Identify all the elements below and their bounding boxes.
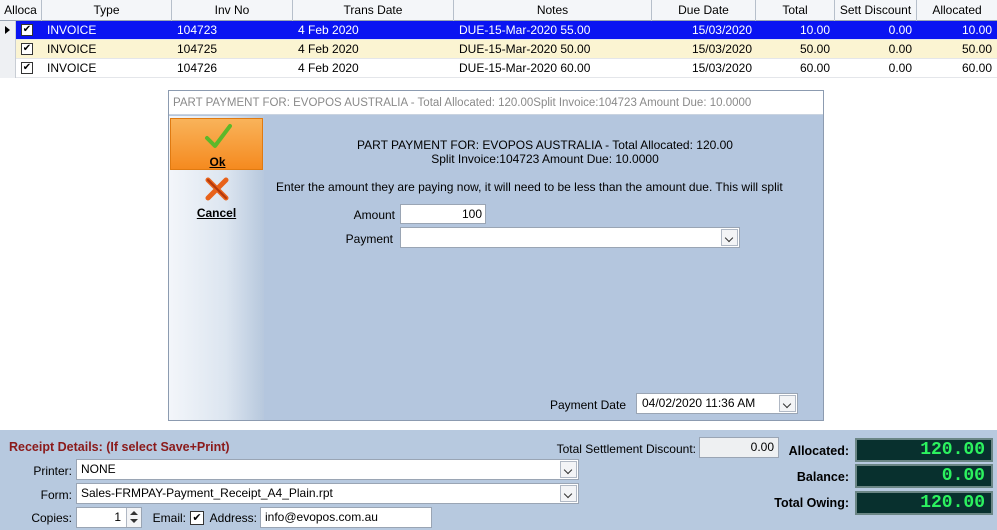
copies-stepper[interactable]: 1 bbox=[76, 507, 142, 528]
grid-header: Alloca Type Inv No Trans Date Notes Due … bbox=[0, 0, 997, 21]
cancel-x-icon bbox=[205, 177, 229, 201]
allocated-cell: 10.00 bbox=[961, 23, 992, 37]
amount-label: Amount bbox=[353, 208, 395, 222]
form-select-value: Sales-FRMPAY-Payment_Receipt_A4_Plain.rp… bbox=[81, 486, 333, 500]
alloc-cell: ✔ bbox=[16, 59, 42, 78]
table-row[interactable]: ✔ INVOICE 104725 4 Feb 2020 DUE-15-Mar-2… bbox=[0, 40, 997, 59]
table-row[interactable]: ✔ INVOICE 104723 4 Feb 2020 DUE-15-Mar-2… bbox=[0, 21, 997, 40]
copies-value: 1 bbox=[114, 510, 121, 524]
due-date-cell: 15/03/2020 bbox=[691, 42, 752, 56]
address-label: Address: bbox=[209, 511, 257, 525]
notes-cell: DUE-15-Mar-2020 60.00 bbox=[459, 61, 591, 75]
email-address-field[interactable]: info@evopos.com.au bbox=[260, 507, 432, 528]
allocated-cell: 60.00 bbox=[961, 61, 992, 75]
balance-label: Balance: bbox=[796, 470, 849, 484]
type-cell: INVOICE bbox=[47, 42, 97, 56]
payment-label: Payment bbox=[345, 232, 393, 246]
balance-display: 0.00 bbox=[855, 464, 993, 488]
due-date-cell: 15/03/2020 bbox=[691, 23, 752, 37]
col-header-sett-discount[interactable]: Sett Discount bbox=[835, 0, 917, 21]
receipt-details-title: Receipt Details: (If select Save+Print) bbox=[9, 440, 230, 454]
part-payment-dialog: PART PAYMENT FOR: EVOPOS AUSTRALIA - Tot… bbox=[168, 90, 824, 421]
row-indicator[interactable] bbox=[0, 59, 16, 78]
table-row[interactable]: ✔ INVOICE 104726 4 Feb 2020 DUE-15-Mar-2… bbox=[0, 59, 997, 78]
trans-date-cell: 4 Feb 2020 bbox=[298, 23, 359, 37]
dialog-message-line2: Split Invoice:104723 Amount Due: 10.0000 bbox=[431, 152, 659, 166]
chevron-down-icon[interactable] bbox=[779, 395, 796, 412]
inv-no-cell: 104725 bbox=[177, 42, 218, 56]
total-cell: 10.00 bbox=[799, 23, 830, 37]
allocated-label: Allocated: bbox=[788, 444, 849, 458]
checkmark-icon bbox=[205, 124, 232, 148]
payment-select[interactable] bbox=[400, 227, 740, 248]
cancel-button-label: Cancel bbox=[196, 206, 237, 220]
total-cell: 50.00 bbox=[799, 42, 830, 56]
inv-no-cell: 104723 bbox=[177, 23, 218, 37]
amount-input[interactable]: 100 bbox=[400, 204, 486, 224]
ok-button-label: Ok bbox=[209, 155, 226, 169]
ok-button[interactable]: Ok bbox=[170, 118, 263, 170]
chevron-down-icon[interactable] bbox=[560, 485, 577, 502]
col-header-type[interactable]: Type bbox=[42, 0, 172, 21]
due-date-cell: 15/03/2020 bbox=[691, 61, 752, 75]
dialog-instruction: Enter the amount they are paying now, it… bbox=[276, 180, 783, 194]
dialog-message-line1: PART PAYMENT FOR: EVOPOS AUSTRALIA - Tot… bbox=[357, 138, 733, 152]
current-row-arrow-icon bbox=[5, 26, 10, 34]
settlement-discount-value: 0.00 bbox=[699, 437, 779, 458]
alloc-checkbox[interactable]: ✔ bbox=[21, 43, 33, 55]
allocated-cell: 50.00 bbox=[961, 42, 992, 56]
settlement-discount-label: Total Settlement Discount: bbox=[556, 442, 696, 456]
payment-date-label: Payment Date bbox=[549, 398, 626, 412]
copies-label: Copies: bbox=[31, 511, 72, 525]
cancel-button[interactable]: Cancel bbox=[170, 174, 263, 226]
email-label: Email: bbox=[152, 511, 186, 525]
total-cell: 60.00 bbox=[799, 61, 830, 75]
col-header-due-date[interactable]: Due Date bbox=[652, 0, 756, 21]
row-indicator[interactable] bbox=[0, 21, 16, 40]
col-header-trans-date[interactable]: Trans Date bbox=[293, 0, 454, 21]
form-label: Form: bbox=[40, 488, 72, 502]
trans-date-cell: 4 Feb 2020 bbox=[298, 42, 359, 56]
dialog-action-sidebar: Ok Cancel bbox=[169, 116, 264, 420]
spinner-arrows-icon[interactable] bbox=[126, 508, 141, 527]
alloc-cell: ✔ bbox=[16, 40, 42, 59]
printer-select-value: NONE bbox=[81, 462, 116, 476]
type-cell: INVOICE bbox=[47, 23, 97, 37]
total-owing-label: Total Owing: bbox=[774, 496, 849, 510]
email-checkbox[interactable]: ✔ bbox=[190, 511, 204, 525]
payment-date-picker[interactable]: 04/02/2020 11:36 AM bbox=[636, 393, 798, 414]
notes-cell: DUE-15-Mar-2020 55.00 bbox=[459, 23, 591, 37]
col-header-allocated[interactable]: Allocated bbox=[917, 0, 997, 21]
trans-date-cell: 4 Feb 2020 bbox=[298, 61, 359, 75]
alloc-checkbox[interactable]: ✔ bbox=[21, 62, 33, 74]
payment-date-value: 04/02/2020 11:36 AM bbox=[642, 396, 756, 410]
col-header-alloca[interactable]: Alloca bbox=[0, 0, 42, 21]
inv-no-cell: 104726 bbox=[177, 61, 218, 75]
col-header-notes[interactable]: Notes bbox=[454, 0, 652, 21]
grid-body: ✔ INVOICE 104723 4 Feb 2020 DUE-15-Mar-2… bbox=[0, 21, 997, 78]
total-owing-display: 120.00 bbox=[855, 491, 993, 515]
col-header-total[interactable]: Total bbox=[756, 0, 835, 21]
dialog-title: PART PAYMENT FOR: EVOPOS AUSTRALIA - Tot… bbox=[169, 91, 823, 115]
form-select[interactable]: Sales-FRMPAY-Payment_Receipt_A4_Plain.rp… bbox=[76, 483, 579, 504]
alloc-checkbox[interactable]: ✔ bbox=[21, 24, 33, 36]
type-cell: INVOICE bbox=[47, 61, 97, 75]
col-header-inv-no[interactable]: Inv No bbox=[172, 0, 293, 21]
chevron-down-icon[interactable] bbox=[721, 229, 738, 246]
row-indicator[interactable] bbox=[0, 40, 16, 59]
chevron-down-icon[interactable] bbox=[560, 461, 577, 478]
sett-discount-cell: 0.00 bbox=[888, 23, 912, 37]
allocated-display: 120.00 bbox=[855, 438, 993, 462]
alloc-cell: ✔ bbox=[16, 21, 42, 40]
printer-select[interactable]: NONE bbox=[76, 459, 579, 480]
notes-cell: DUE-15-Mar-2020 50.00 bbox=[459, 42, 591, 56]
printer-label: Printer: bbox=[33, 464, 72, 478]
sett-discount-cell: 0.00 bbox=[888, 61, 912, 75]
sett-discount-cell: 0.00 bbox=[888, 42, 912, 56]
